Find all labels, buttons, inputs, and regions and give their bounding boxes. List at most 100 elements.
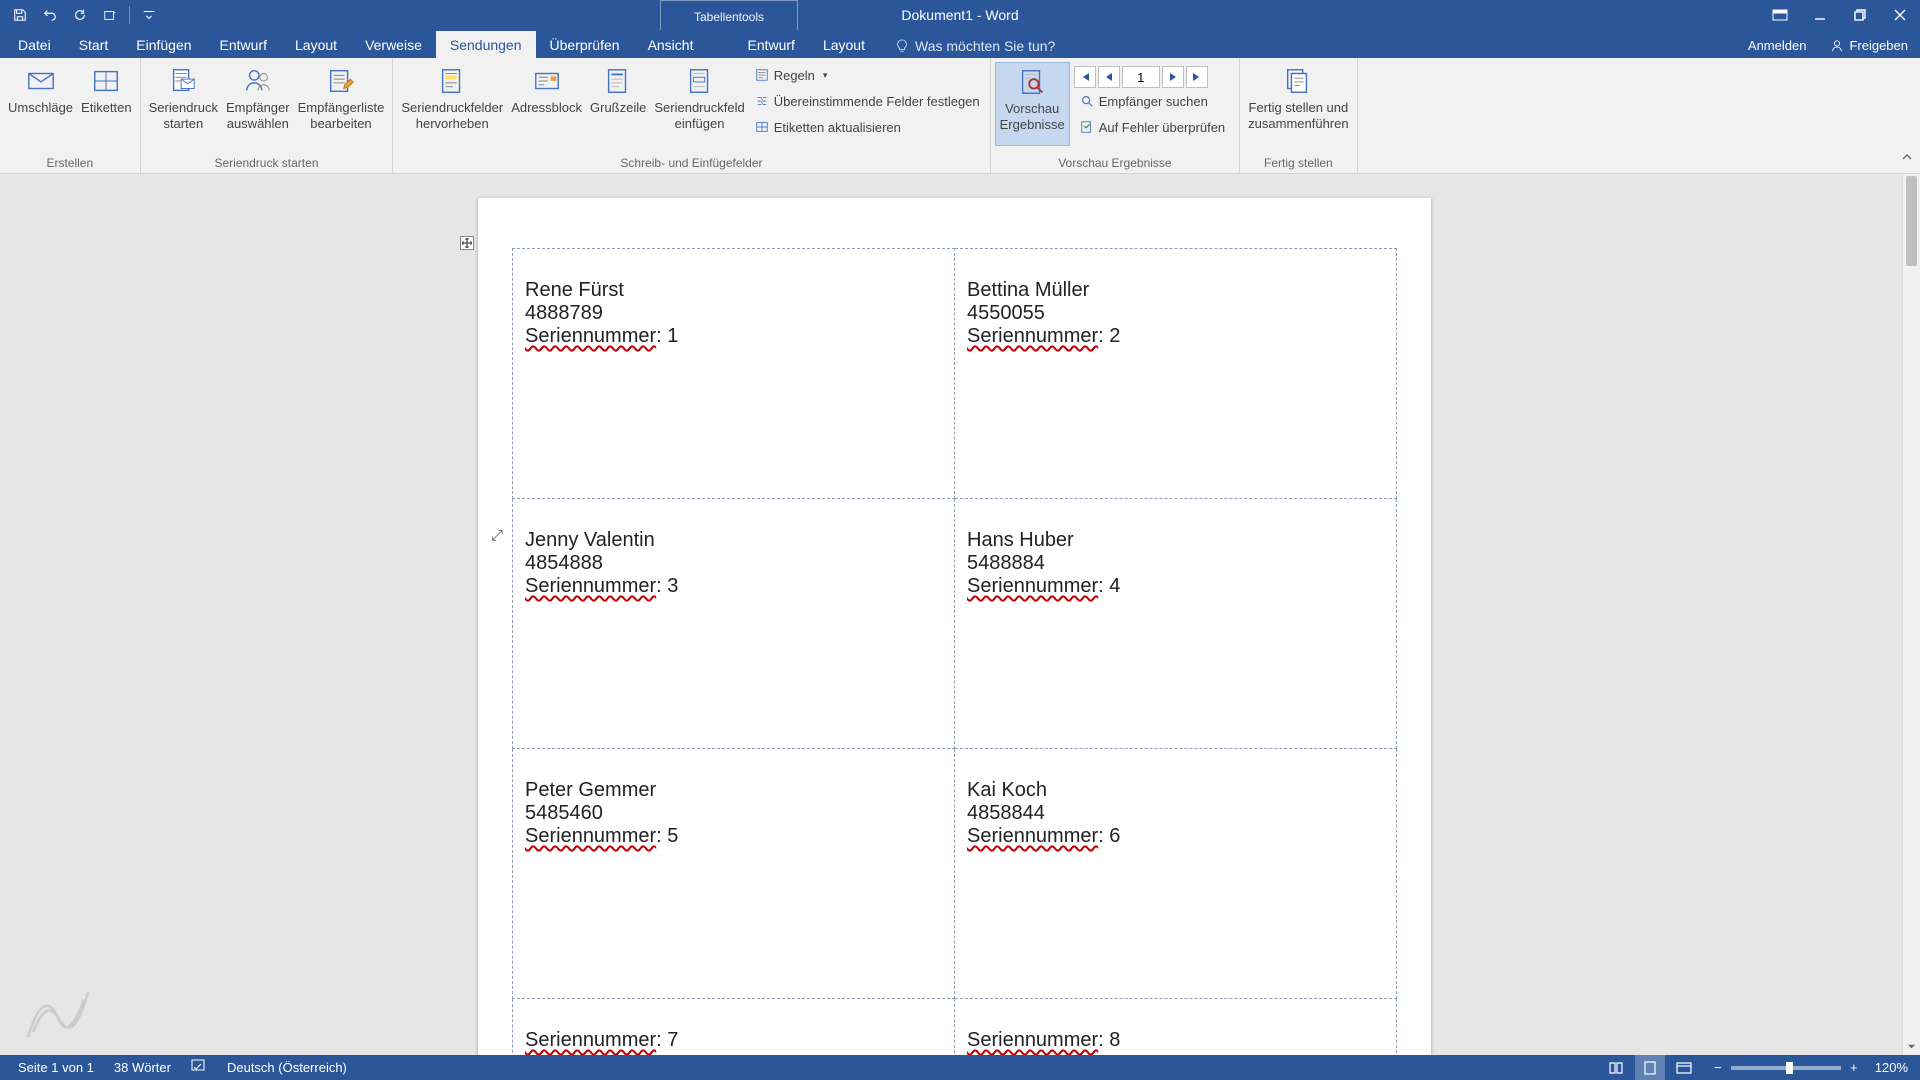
status-spellcheck-icon[interactable] [181,1059,217,1076]
label-cell[interactable]: Hans Huber 5488884 Seriennummer: 4 [955,499,1397,749]
start-mailmerge-button[interactable]: Seriendruck starten [145,62,222,146]
status-page[interactable]: Seite 1 von 1 [8,1060,104,1075]
finish-icon [1280,64,1316,98]
label-serial: Seriennummer: 3 [525,575,942,598]
scrollbar-thumb[interactable] [1906,176,1917,266]
insert-merge-field-button[interactable]: Seriendruckfeld einfügen [650,62,748,146]
group-create-label: Erstellen [0,153,140,173]
tab-table-layout[interactable]: Layout [809,31,879,58]
label-number: 4550055 [967,302,1384,325]
ribbon-display-options-icon[interactable] [1762,0,1798,30]
insert-field-icon [682,64,718,98]
signin-button[interactable]: Anmelden [1736,32,1819,58]
labels-button[interactable]: Etiketten [77,62,136,146]
tab-view[interactable]: Ansicht [634,31,708,58]
web-layout-button[interactable] [1669,1055,1699,1080]
touch-mode-icon[interactable] [96,2,124,28]
address-block-button[interactable]: Adressblock [507,62,586,146]
update-labels-icon [755,120,769,134]
tab-layout[interactable]: Layout [281,31,351,58]
preview-results-button[interactable]: Vorschau Ergebnisse [995,62,1070,146]
label-cell[interactable]: Seriennummer: 7 [513,999,955,1056]
last-record-button[interactable] [1186,66,1208,88]
label-name: Bettina Müller [967,279,1384,302]
tab-table-design[interactable]: Entwurf [733,31,808,58]
update-labels-button[interactable]: Etiketten aktualisieren [749,114,986,140]
find-recipient-button[interactable]: Empfänger suchen [1074,88,1231,114]
window-controls [1800,0,1920,30]
rules-button[interactable]: Regeln▾ [749,62,986,88]
label-number: 4888789 [525,302,942,325]
edit-recipient-list-button[interactable]: Empfängerliste bearbeiten [294,62,389,146]
write-insert-small-buttons: Regeln▾ Übereinstimmende Felder festlege… [749,62,986,140]
print-layout-button[interactable] [1635,1055,1665,1080]
vertical-scrollbar[interactable] [1902,174,1920,1055]
rules-icon [755,68,769,82]
tell-me-search[interactable]: Was möchten Sie tun? [879,38,1055,58]
label-cell[interactable]: Rene Fürst 4888789 Seriennummer: 1 [513,249,955,499]
group-start-mailmerge: Seriendruck starten Empfänger auswählen … [141,58,394,173]
zoom-slider[interactable] [1731,1066,1841,1070]
zoom-slider-knob[interactable] [1786,1062,1793,1074]
scroll-down-icon[interactable] [1903,1037,1920,1055]
group-finish-label: Fertig stellen [1240,153,1356,173]
greeting-line-button[interactable]: Grußzeile [586,62,650,146]
label-name: Hans Huber [967,529,1384,552]
finish-merge-button[interactable]: Fertig stellen und zusammenführen [1244,62,1352,146]
minimize-button[interactable] [1800,0,1840,30]
status-language[interactable]: Deutsch (Österreich) [217,1060,357,1075]
save-icon[interactable] [6,2,34,28]
collapse-ribbon-icon[interactable] [1900,150,1914,169]
record-number-input[interactable] [1122,66,1160,88]
label-cell[interactable]: Peter Gemmer 5485460 Seriennummer: 5 [513,749,955,999]
table-move-handle-icon[interactable] [460,236,474,250]
read-mode-button[interactable] [1601,1055,1631,1080]
label-serial: Seriennummer: 6 [967,825,1384,848]
restore-button[interactable] [1840,0,1880,30]
check-errors-button[interactable]: Auf Fehler überprüfen [1074,114,1231,140]
repeat-icon[interactable] [66,2,94,28]
zoom-in-button[interactable]: + [1847,1060,1861,1075]
ribbon: Umschläge Etiketten Erstellen Seriendruc… [0,58,1920,174]
tab-mailings[interactable]: Sendungen [436,31,536,58]
tab-insert[interactable]: Einfügen [122,31,205,58]
lightbulb-icon [895,39,909,53]
group-start-mailmerge-label: Seriendruck starten [141,153,393,173]
highlight-icon [434,64,470,98]
label-cell[interactable]: Seriennummer: 8 [955,999,1397,1056]
cursor-mark-icon: ⤢ [491,527,503,544]
watermark-icon [18,977,98,1052]
label-cell[interactable]: Bettina Müller 4550055 Seriennummer: 2 [955,249,1397,499]
contextual-tab-tabletools: Tabellentools [660,0,798,30]
tab-design[interactable]: Entwurf [206,31,281,58]
preview-icon [1014,65,1050,99]
status-words[interactable]: 38 Wörter [104,1060,181,1075]
match-fields-button[interactable]: Übereinstimmende Felder festlegen [749,88,986,114]
highlight-merge-fields-button[interactable]: Seriendruckfelder hervorheben [397,62,507,146]
first-record-button[interactable] [1074,66,1096,88]
share-button[interactable]: Freigeben [1818,32,1920,58]
group-create: Umschläge Etiketten Erstellen [0,58,141,173]
label-serial: Seriennummer: 1 [525,325,942,348]
tab-file[interactable]: Datei [4,31,65,58]
document-title: Dokument1 - Word [901,7,1018,23]
prev-record-button[interactable] [1098,66,1120,88]
select-recipients-button[interactable]: Empfänger auswählen [222,62,294,146]
label-cell[interactable]: ⤢ Jenny Valentin 4854888 Seriennummer: 3 [513,499,955,749]
page[interactable]: Rene Fürst 4888789 Seriennummer: 1 Betti… [478,198,1431,1055]
label-number: 5488884 [967,552,1384,575]
close-button[interactable] [1880,0,1920,30]
tab-references[interactable]: Verweise [351,31,436,58]
label-table[interactable]: Rene Fürst 4888789 Seriennummer: 1 Betti… [512,248,1397,1055]
qat-customize-icon[interactable] [135,2,163,28]
tab-review[interactable]: Überprüfen [536,31,634,58]
label-serial: Seriennummer: 8 [967,1029,1384,1052]
zoom-level[interactable]: 120% [1867,1060,1912,1075]
undo-icon[interactable] [36,2,64,28]
envelopes-button[interactable]: Umschläge [4,62,77,146]
next-record-button[interactable] [1162,66,1184,88]
tab-start[interactable]: Start [65,31,123,58]
label-cell[interactable]: Kai Koch 4858844 Seriennummer: 6 [955,749,1397,999]
zoom-out-button[interactable]: − [1711,1060,1725,1075]
label-name: Jenny Valentin [525,529,942,552]
